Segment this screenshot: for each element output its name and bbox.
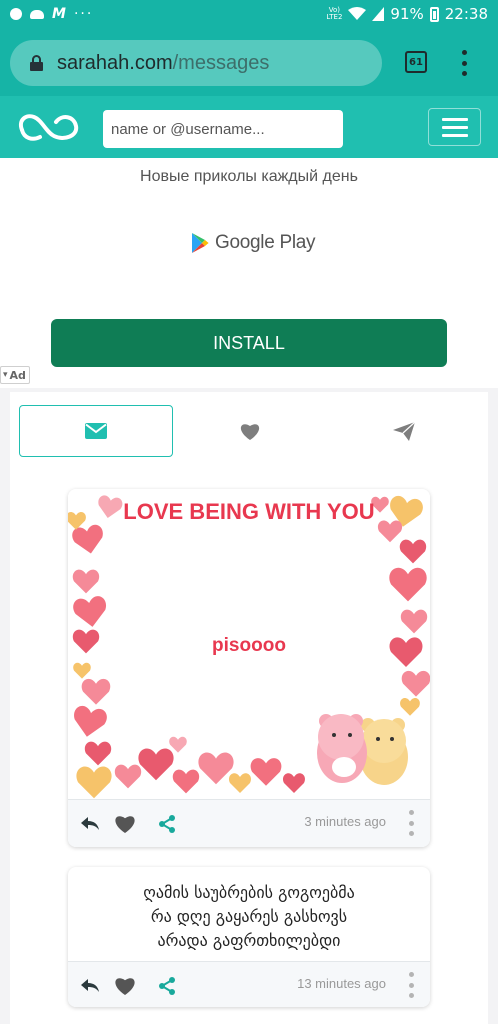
message-text: ღამის საუბრების გოგოებმა რა დღე გაყარეს … <box>143 883 355 950</box>
hamburger-menu-button[interactable] <box>428 108 481 146</box>
message-card: LOVE BEING WITH YOU pisoooo 3 minutes ag… <box>68 489 430 847</box>
message-time: 3 minutes ago <box>304 814 386 829</box>
message-actions: 13 minutes ago <box>68 961 430 1007</box>
clock: 22:38 <box>444 5 488 23</box>
reply-button[interactable] <box>78 812 102 836</box>
signal-icon <box>372 7 385 21</box>
share-icon <box>159 977 175 995</box>
tab-received[interactable] <box>19 405 173 457</box>
ad-badge-label: Ad <box>9 368 26 382</box>
status-bar: M ··· Vo) LTE2 91% 22:38 <box>0 0 498 30</box>
image-heading: LOVE BEING WITH YOU <box>123 499 374 524</box>
google-play-label: Google Play <box>215 232 316 253</box>
browser-toolbar: sarahah.com/messages 61 <box>0 30 498 96</box>
tab-favorites[interactable] <box>173 405 327 457</box>
reply-button[interactable] <box>78 974 102 998</box>
url-path: /messages <box>172 51 270 74</box>
heart-icon <box>115 978 135 995</box>
heart-icon <box>240 423 260 440</box>
like-button[interactable] <box>113 812 137 836</box>
message-time: 13 minutes ago <box>297 976 386 991</box>
google-play-icon <box>192 233 209 253</box>
browser-menu-icon[interactable] <box>456 50 472 76</box>
search-input[interactable] <box>103 110 343 148</box>
url-host: sarahah.com <box>57 51 173 74</box>
chevron-down-icon: ▾ <box>3 370 8 380</box>
message-tabs <box>19 405 479 457</box>
messages-panel: LOVE BEING WITH YOU pisoooo 3 minutes ag… <box>10 392 488 1024</box>
more-vertical-icon[interactable] <box>408 810 414 836</box>
sarahah-logo-icon[interactable] <box>16 108 84 146</box>
tab-switcher-button[interactable]: 61 <box>405 51 427 73</box>
message-actions: 3 minutes ago <box>68 799 430 847</box>
ad-headline: Новые приколы каждый день <box>140 168 358 185</box>
more-notifications-icon: ··· <box>73 6 94 22</box>
m-app-icon: M <box>52 6 66 22</box>
reply-icon <box>81 979 99 992</box>
battery-icon <box>429 6 439 22</box>
message-card: ღამის საუბრების გოგოებმა რა დღე გაყარეს … <box>68 867 430 1007</box>
envelope-icon <box>85 423 107 439</box>
reply-icon <box>81 817 99 830</box>
volte-icon: Vo) LTE2 <box>326 6 343 21</box>
share-button[interactable] <box>155 974 179 998</box>
cloud-icon <box>30 9 44 19</box>
address-bar[interactable]: sarahah.com/messages <box>10 40 382 86</box>
site-header <box>0 96 498 158</box>
google-play-badge[interactable]: Google Play <box>191 232 316 254</box>
ad-banner[interactable]: Новые приколы каждый день Google Play IN… <box>0 158 498 388</box>
heart-icon <box>115 816 135 833</box>
tab-sent[interactable] <box>327 405 481 457</box>
install-button[interactable]: INSTALL <box>51 319 447 367</box>
paper-plane-icon <box>393 421 415 441</box>
message-image: LOVE BEING WITH YOU pisoooo <box>68 489 430 799</box>
battery-percent: 91% <box>390 5 424 23</box>
facebook-icon <box>10 8 22 20</box>
like-button[interactable] <box>113 974 137 998</box>
image-caption: pisoooo <box>212 635 286 656</box>
wifi-icon <box>348 7 367 20</box>
ad-choices-badge[interactable]: ▾ Ad <box>0 366 30 384</box>
lock-icon <box>30 55 43 71</box>
share-button[interactable] <box>155 812 179 836</box>
share-icon <box>159 815 175 833</box>
hamburger-icon <box>441 117 468 121</box>
more-vertical-icon[interactable] <box>408 972 414 998</box>
url-text: sarahah.com/messages <box>57 52 269 75</box>
